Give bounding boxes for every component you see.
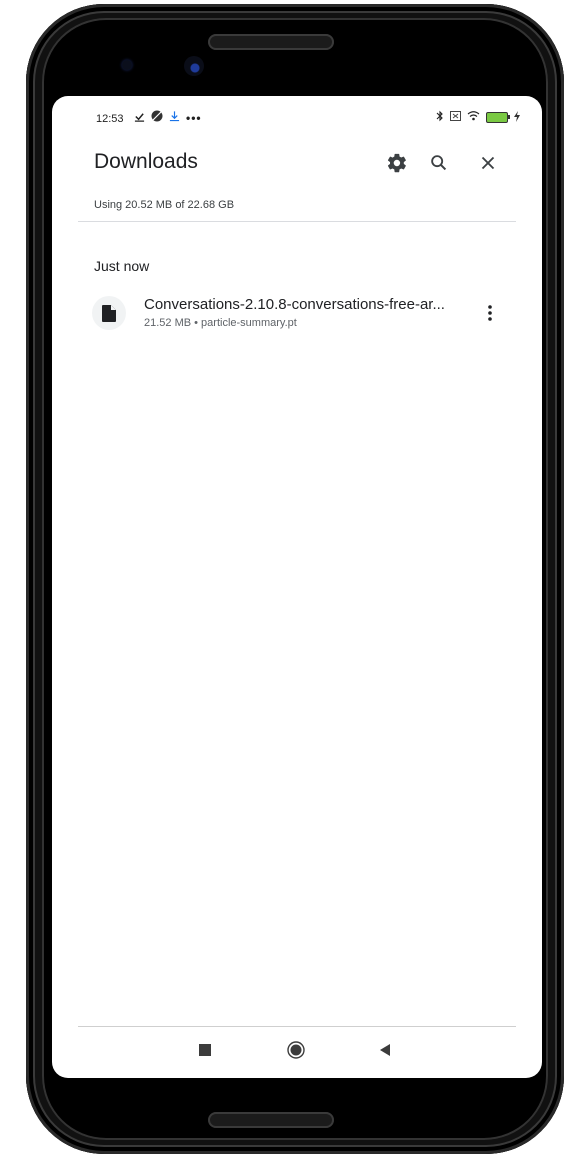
- storage-usage: Using 20.52 MB of 22.68 GB: [94, 199, 235, 211]
- status-bar: 12:53 •••: [52, 96, 542, 140]
- page-title: Downloads: [94, 150, 198, 173]
- more-vert-icon: [488, 305, 492, 321]
- bottom-speaker: [208, 1112, 334, 1128]
- back-button[interactable]: [370, 1040, 400, 1060]
- bluetooth-icon: [436, 110, 444, 125]
- status-left-icons: •••: [122, 110, 202, 125]
- circle-icon: [287, 1041, 305, 1059]
- file-name: Conversations-2.10.8-conversations-free-…: [144, 296, 445, 313]
- divider: [78, 221, 516, 222]
- battery-icon: [486, 112, 510, 123]
- screen: 12:53 ••• Downloads Using 20.52 MB of 22…: [52, 96, 542, 1078]
- no-sim-icon: [450, 111, 461, 124]
- gear-icon: [387, 153, 406, 173]
- charging-icon: [514, 110, 520, 125]
- back-triangle-icon: [380, 1044, 390, 1056]
- dnd-icon: [151, 110, 163, 125]
- file-meta: 21.52 MB • particle-summary.pt: [144, 317, 297, 329]
- sensor: [122, 60, 132, 70]
- file-icon: [102, 304, 116, 322]
- download-done-icon: [134, 111, 145, 125]
- more-dots-icon: •••: [186, 110, 202, 125]
- settings-button[interactable]: [382, 148, 412, 178]
- status-right-icons: [436, 110, 520, 125]
- search-icon: [431, 155, 447, 171]
- recents-button[interactable]: [190, 1040, 220, 1060]
- wifi-icon: [467, 111, 480, 124]
- file-icon-circle: [92, 296, 126, 330]
- download-icon: [169, 110, 180, 125]
- square-icon: [199, 1044, 211, 1056]
- app-header: Downloads: [52, 140, 542, 200]
- list-item[interactable]: Conversations-2.10.8-conversations-free-…: [92, 292, 512, 338]
- section-header: Just now: [94, 258, 150, 274]
- status-time: 12:53: [96, 113, 124, 125]
- front-camera: [184, 56, 204, 76]
- home-button[interactable]: [281, 1040, 311, 1060]
- close-button[interactable]: [473, 148, 503, 178]
- search-button[interactable]: [424, 148, 454, 178]
- top-speaker: [208, 34, 334, 50]
- more-options-button[interactable]: [478, 300, 502, 326]
- close-icon: [481, 156, 495, 170]
- nav-divider: [78, 1026, 516, 1027]
